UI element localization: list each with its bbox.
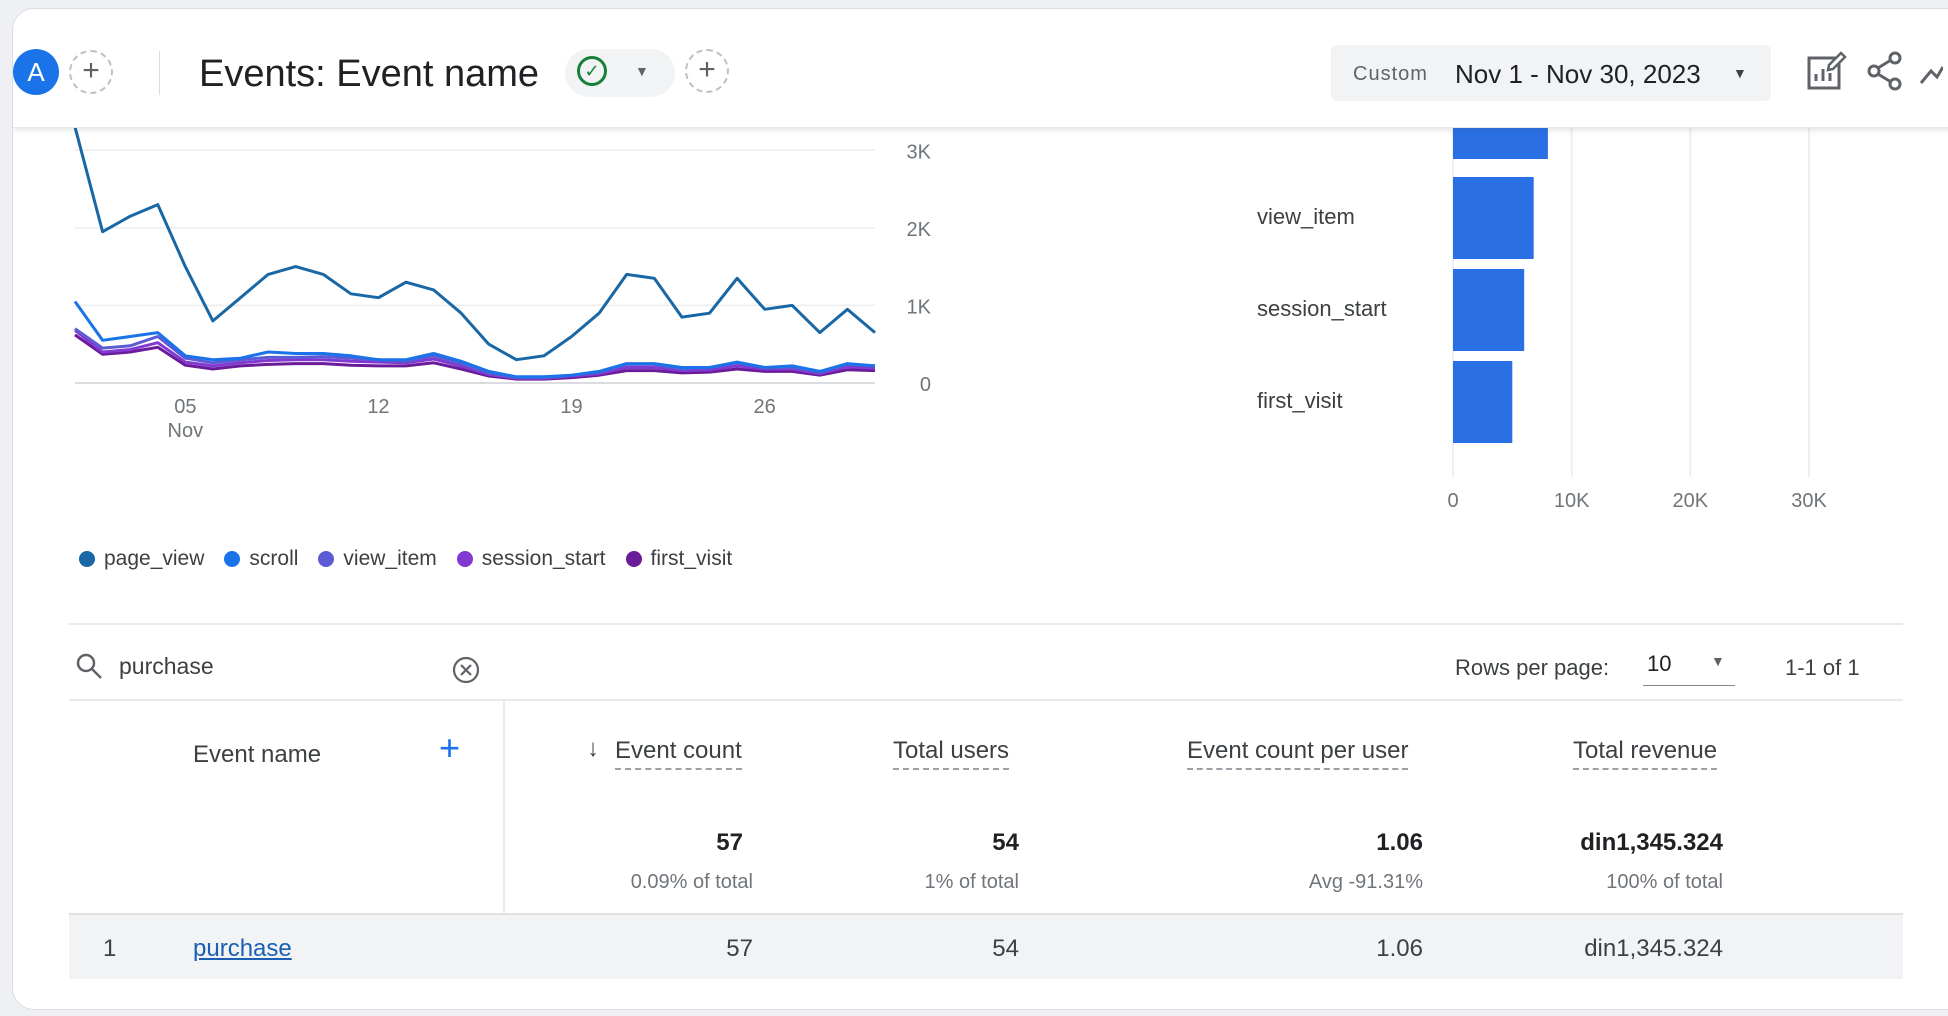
legend-item-scroll[interactable]: scroll bbox=[224, 547, 298, 571]
legend-swatch bbox=[79, 551, 95, 567]
chart-legend: page_view scroll view_item session_start fir… bbox=[79, 547, 732, 571]
column-header-event-name[interactable]: Event name bbox=[193, 741, 321, 769]
date-range-prefix: Custom bbox=[1353, 63, 1428, 85]
x-tick-label: 12 bbox=[367, 396, 389, 418]
legend-label: view_item bbox=[343, 547, 437, 570]
x-tick-label: 26 bbox=[754, 396, 776, 418]
sort-descending-icon[interactable]: ↓ bbox=[587, 735, 599, 763]
chevron-down-icon: ▼ bbox=[1711, 653, 1725, 669]
y-tick-label: 2K bbox=[907, 219, 932, 241]
bar-view-item bbox=[1453, 177, 1534, 259]
legend-label: first_visit bbox=[650, 547, 733, 570]
date-range-value: Nov 1 - Nov 30, 2023 bbox=[1455, 59, 1701, 89]
status-chip[interactable]: ✓ ▼ bbox=[565, 49, 675, 97]
legend-swatch bbox=[456, 551, 473, 567]
customize-report-icon[interactable] bbox=[1803, 49, 1847, 93]
column-header-event-count[interactable]: Event count bbox=[615, 737, 742, 770]
chevron-down-icon: ▼ bbox=[635, 63, 649, 79]
header-divider bbox=[159, 51, 160, 95]
x-tick-sublabel: Nov bbox=[168, 420, 204, 442]
page-title: Events: Event name bbox=[199, 53, 540, 95]
y-tick-label: 1K bbox=[907, 296, 932, 318]
bar-label-first-visit: first_visit bbox=[1257, 388, 1343, 413]
clear-search-icon[interactable] bbox=[451, 655, 481, 685]
legend-label: page_view bbox=[104, 547, 205, 570]
x-tick-label: 0 bbox=[1447, 490, 1458, 512]
row-total-revenue: din1,345.324 bbox=[1584, 935, 1723, 962]
x-tick-label: 05 bbox=[174, 396, 196, 418]
legend-swatch bbox=[224, 551, 241, 567]
column-header-total-users[interactable]: Total users bbox=[893, 737, 1010, 770]
column-header-event-count-per-user[interactable]: Event count per user bbox=[1187, 737, 1409, 770]
search-icon[interactable] bbox=[75, 652, 105, 682]
report-card: A + Events: Event name ✓ ▼ + Custom Nov … bbox=[12, 8, 1948, 1010]
legend-item-view-item[interactable]: view_item bbox=[318, 547, 437, 571]
event-count-bar-chart: 0 10K 20K 30K bbox=[1447, 127, 1827, 512]
legend-item-page-view[interactable]: page_view bbox=[79, 547, 204, 571]
y-tick-label: 3K bbox=[907, 141, 932, 163]
event-count-line-chart: 0 1K 2K 3K 05Nov 12 19 26 bbox=[73, 127, 932, 442]
table-divider bbox=[69, 699, 1903, 701]
row-divider bbox=[69, 913, 1903, 915]
total-revenue: din1,345.324 bbox=[1580, 829, 1723, 856]
comparison-avatar[interactable]: A bbox=[13, 49, 59, 95]
series-line-page-view bbox=[73, 127, 876, 362]
legend-label: scroll bbox=[249, 547, 299, 570]
add-dimension-icon[interactable]: + bbox=[439, 727, 460, 769]
total-revenue-share: 100% of total bbox=[1606, 871, 1723, 893]
x-tick-label: 20K bbox=[1673, 490, 1709, 512]
bar-session-start bbox=[1453, 269, 1525, 351]
legend-label: session_start bbox=[481, 547, 606, 570]
rows-per-page-value: 10 bbox=[1647, 651, 1672, 676]
bar-first-visit bbox=[1453, 361, 1513, 443]
rows-per-page-select[interactable]: 10 ▼ bbox=[1643, 641, 1735, 686]
legend-swatch bbox=[625, 551, 642, 567]
legend-swatch bbox=[318, 551, 335, 567]
search-input[interactable]: purchase bbox=[119, 653, 214, 680]
chevron-down-icon: ▼ bbox=[1733, 65, 1747, 81]
divider bbox=[69, 623, 1903, 625]
column-header-total-revenue[interactable]: Total revenue bbox=[1573, 737, 1718, 770]
add-icon[interactable]: + bbox=[685, 49, 729, 93]
share-icon[interactable] bbox=[1863, 49, 1907, 93]
legend-item-session-start[interactable]: session_start bbox=[456, 547, 606, 571]
bar-label-view-item: view_item bbox=[1257, 204, 1355, 229]
add-comparison-icon[interactable]: + bbox=[69, 50, 113, 94]
x-tick-label: 19 bbox=[560, 396, 582, 418]
x-tick-label: 10K bbox=[1554, 490, 1590, 512]
y-tick-label: 0 bbox=[920, 374, 931, 396]
insights-icon[interactable] bbox=[1919, 49, 1943, 93]
bar-label-session-start: session_start bbox=[1257, 296, 1387, 321]
bar-scroll bbox=[1453, 127, 1548, 159]
x-tick-label: 30K bbox=[1791, 490, 1827, 512]
verified-check-icon: ✓ bbox=[577, 56, 607, 86]
report-header: A + Events: Event name ✓ ▼ + Custom Nov … bbox=[13, 9, 1948, 128]
legend-item-first-visit[interactable]: first_visit bbox=[625, 547, 733, 571]
date-range-picker[interactable]: Custom Nov 1 - Nov 30, 2023 ▼ bbox=[1331, 45, 1771, 101]
rows-per-page-label: Rows per page: bbox=[1455, 655, 1610, 680]
pagination-status: 1-1 of 1 bbox=[1785, 655, 1860, 680]
